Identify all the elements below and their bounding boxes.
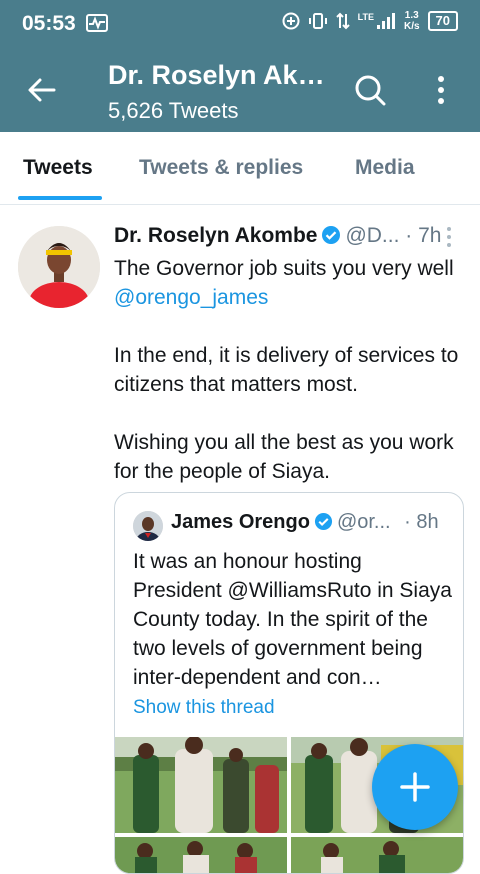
vibrate-icon bbox=[308, 13, 327, 29]
search-icon[interactable] bbox=[352, 72, 388, 108]
verified-badge-icon bbox=[322, 226, 341, 244]
tweet-count: 5,626 Tweets bbox=[108, 98, 239, 123]
tweet-header: Dr. Roselyn Akombe @D... · 7h bbox=[114, 224, 464, 252]
quoted-tweet-time: · 8h bbox=[404, 511, 439, 533]
show-thread-link[interactable]: Show this thread bbox=[133, 697, 275, 719]
plus-icon bbox=[400, 772, 430, 802]
active-tab-indicator bbox=[18, 196, 102, 200]
mention-link[interactable]: @orengo_james bbox=[114, 286, 268, 309]
network-type: LTE bbox=[357, 12, 374, 22]
back-arrow-icon[interactable] bbox=[24, 72, 60, 108]
quoted-tweet-header: James Orengo @or... · 8h bbox=[171, 511, 456, 534]
quoted-author-name: James Orengo bbox=[171, 511, 310, 533]
status-icons: LTE 1.3 K/s 70 bbox=[282, 10, 458, 32]
quoted-tweet-text: It was an honour hosting President @Will… bbox=[133, 550, 452, 689]
media-photo-1[interactable] bbox=[115, 737, 287, 833]
tweet-time: · 7h bbox=[405, 224, 442, 247]
media-photo-3[interactable] bbox=[115, 837, 287, 873]
signal-icon bbox=[376, 13, 395, 29]
more-options-icon[interactable] bbox=[426, 72, 456, 108]
status-time: 05:53 bbox=[22, 12, 76, 35]
tweet-paragraph-3: Wishing you all the best as you work for… bbox=[114, 431, 454, 483]
tab-tweets[interactable]: Tweets bbox=[23, 156, 93, 180]
tweet-author-name[interactable]: Dr. Roselyn Akombe bbox=[114, 224, 317, 247]
tweet-paragraph-2: In the end, it is delivery of services t… bbox=[114, 344, 459, 396]
verified-badge-icon bbox=[314, 512, 333, 531]
tweet-text: The Governor job suits you very well @or… bbox=[114, 254, 469, 486]
media-photo-4[interactable] bbox=[291, 837, 463, 873]
tweet-line-1: The Governor job suits you very well bbox=[114, 257, 454, 280]
quoted-author-avatar bbox=[133, 511, 163, 541]
profile-tabs: Tweets Tweets & replies Media bbox=[0, 132, 480, 205]
battery-icon: 70 bbox=[427, 11, 458, 31]
battery-level: 70 bbox=[435, 13, 450, 28]
add-circle-icon bbox=[282, 12, 300, 30]
tab-tweets-and-replies[interactable]: Tweets & replies bbox=[139, 156, 303, 180]
tweet-author-avatar[interactable] bbox=[18, 226, 100, 308]
compose-tweet-button[interactable] bbox=[372, 744, 458, 830]
data-transfer-icon bbox=[335, 12, 350, 30]
profile-header-bar: 05:53 LTE 1.3K/s 70 Dr. Roselyn Akombe 5… bbox=[0, 0, 480, 132]
tweet-menu-icon[interactable] bbox=[444, 226, 454, 248]
tweet-author-handle: @D... bbox=[345, 224, 400, 247]
status-bar: 05:53 LTE 1.3 K/s 70 bbox=[0, 0, 480, 48]
activity-icon bbox=[86, 14, 108, 32]
profile-name-title: Dr. Roselyn Akombe bbox=[108, 60, 333, 90]
quoted-author-handle: @or... bbox=[336, 511, 391, 533]
tab-media[interactable]: Media bbox=[355, 156, 415, 180]
network-speed: 1.3 K/s bbox=[403, 10, 420, 32]
